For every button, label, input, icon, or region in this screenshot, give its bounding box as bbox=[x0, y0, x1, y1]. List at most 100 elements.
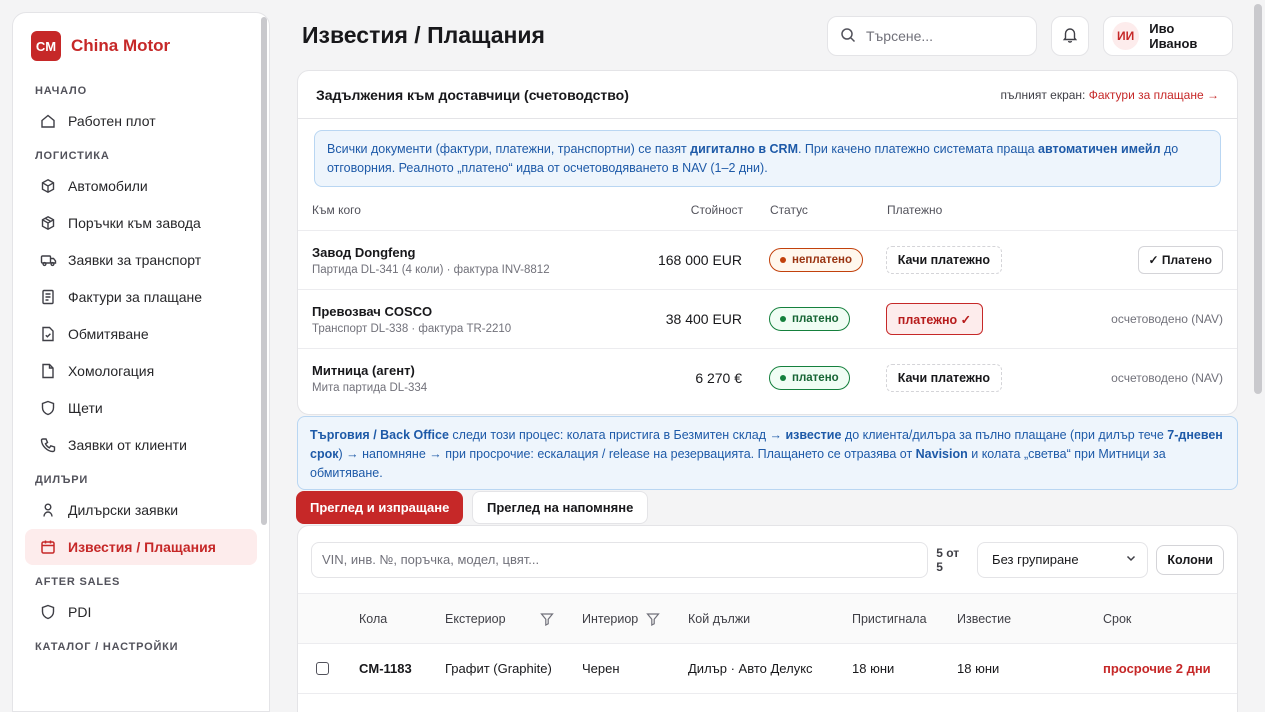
grouping-select[interactable]: Без групиране bbox=[977, 541, 1149, 578]
table-row bbox=[298, 694, 1237, 712]
sidebar-item-label: Щети bbox=[68, 400, 103, 416]
notices-table-header: Кола Екстериор Интериор Кой дължи Присти… bbox=[298, 594, 1237, 644]
user-name: Иво Иванов bbox=[1149, 21, 1198, 51]
debtor-value: Дилър · Авто Делукс bbox=[688, 661, 813, 676]
sidebar-item-label: Поръчки към завода bbox=[68, 215, 201, 231]
info-text: . При качено платежно системата праща bbox=[797, 142, 1039, 156]
receipt-icon bbox=[39, 288, 57, 306]
payee-details: Мита партида DL-334 bbox=[312, 381, 428, 394]
upload-payment-button[interactable]: Качи платежно bbox=[885, 246, 1003, 274]
sidebar-item-label: PDI bbox=[68, 604, 92, 620]
payables-card: Задължения към доставчици (счетоводство)… bbox=[297, 70, 1238, 415]
table-row: Митница (агент) Мита партида DL-334 6 27… bbox=[298, 348, 1237, 407]
notifications-button[interactable] bbox=[1051, 16, 1089, 56]
bell-icon bbox=[1062, 26, 1078, 46]
row-checkbox[interactable] bbox=[316, 662, 329, 675]
sidebar-item-customs[interactable]: Обмитяване bbox=[25, 316, 257, 352]
status-label: платено bbox=[792, 372, 839, 384]
process-info: Търговия / Back Office следи този процес… bbox=[297, 416, 1238, 490]
filter-icon[interactable] bbox=[646, 612, 661, 626]
sidebar-item-cars[interactable]: Автомобили bbox=[25, 168, 257, 204]
brand[interactable]: CM China Motor bbox=[13, 13, 269, 75]
info-text: ) → напомняне → при просрочие: ескалация… bbox=[338, 447, 916, 461]
sidebar-item-label: Обмитяване bbox=[68, 326, 149, 342]
sidebar-item-label: Работен плот bbox=[68, 113, 156, 129]
payee-details: Партида DL-341 (4 коли) · фактура INV-88… bbox=[312, 263, 550, 276]
fullscreen-link[interactable]: Фактури за плащане → bbox=[1089, 88, 1219, 102]
search-box[interactable] bbox=[827, 16, 1037, 56]
deadline-value: просрочие 2 дни bbox=[1103, 661, 1211, 676]
package-icon bbox=[39, 214, 57, 232]
page-scrollbar[interactable] bbox=[1254, 4, 1262, 394]
sidebar-item-label: Автомобили bbox=[68, 178, 148, 194]
payee-details: Транспорт DL-338 · фактура TR-2210 bbox=[312, 322, 512, 335]
brand-logo: CM bbox=[31, 31, 61, 61]
tab-review-reminder[interactable]: Преглед на напомняне bbox=[472, 491, 649, 524]
section-title-logistics: ЛОГИСТИКА bbox=[35, 150, 110, 162]
user-menu[interactable]: ИИ Иво Иванов bbox=[1103, 16, 1233, 56]
payables-title: Задължения към доставчици (счетоводство) bbox=[316, 86, 629, 103]
sidebar-item-invoices[interactable]: Фактури за плащане bbox=[25, 279, 257, 315]
info-bold: Navision bbox=[915, 447, 968, 461]
table-row: Превозвач COSCO Транспорт DL-338 · факту… bbox=[298, 289, 1237, 348]
file-check-icon bbox=[39, 325, 57, 343]
sidebar-item-dashboard[interactable]: Работен плот bbox=[25, 103, 257, 139]
column-header: Срок bbox=[1103, 611, 1132, 626]
filter-icon[interactable] bbox=[539, 612, 554, 626]
sidebar-item-dealer-requests[interactable]: Дилърски заявки bbox=[25, 492, 257, 528]
fullscreen-hint: пълният екран: Фактури за плащане → bbox=[1001, 88, 1220, 102]
sidebar-item-pdi[interactable]: PDI bbox=[25, 594, 257, 630]
payable-value: 38 400 EUR bbox=[665, 311, 743, 327]
sidebar-item-damages[interactable]: Щети bbox=[25, 390, 257, 426]
payables-table-header: Към кого Стойност Статус Платежно bbox=[298, 190, 1237, 230]
car-id[interactable]: CM-1183 bbox=[359, 661, 445, 676]
accounted-label: осчетоводено (NAV) bbox=[1111, 371, 1223, 385]
info-text: до клиента/дилъра за пълно плащане (при … bbox=[841, 428, 1168, 442]
fullscreen-prefix: пълният екран: bbox=[1000, 87, 1086, 102]
status-badge: неплатено bbox=[769, 248, 864, 272]
column-header-label: Екстериор bbox=[445, 611, 506, 626]
status-dot bbox=[780, 257, 787, 263]
sidebar-scrollbar[interactable] bbox=[261, 17, 267, 525]
notices-card: 5 от 5 Без групиране Колони Кола Екстери… bbox=[297, 525, 1238, 712]
status-badge: платено bbox=[769, 307, 850, 331]
search-input[interactable] bbox=[866, 28, 1016, 44]
sidebar-item-transport-requests[interactable]: Заявки за транспорт bbox=[25, 242, 257, 278]
info-bold: известие bbox=[785, 428, 842, 442]
payables-info: Всички документи (фактури, платежни, тра… bbox=[314, 130, 1221, 187]
exterior-value: Графит (Graphite) bbox=[445, 661, 552, 676]
sidebar-item-homologation[interactable]: Хомологация bbox=[25, 353, 257, 389]
info-text: Всички документи (фактури, платежни, тра… bbox=[327, 142, 691, 156]
shield-icon bbox=[39, 603, 57, 621]
info-bold: автоматичен имейл bbox=[1038, 142, 1161, 156]
sidebar-item-customer-requests[interactable]: Заявки от клиенти bbox=[25, 427, 257, 463]
column-header-exterior: Екстериор bbox=[445, 612, 582, 626]
payment-document-button[interactable]: платежно ✓ bbox=[885, 303, 984, 335]
section-title-catalog: КАТАЛОГ / НАСТРОЙКИ bbox=[35, 641, 179, 653]
notice-value: 18 юни bbox=[957, 661, 1000, 676]
sidebar-item-label: Заявки за транспорт bbox=[68, 252, 202, 268]
tab-review-send[interactable]: Преглед и изпращане bbox=[296, 491, 464, 524]
shield-icon bbox=[39, 399, 57, 417]
box-icon bbox=[39, 177, 57, 195]
payables-header: Задължения към доставчици (счетоводство)… bbox=[298, 71, 1237, 119]
column-header: Кола bbox=[359, 611, 388, 626]
columns-button[interactable]: Колони bbox=[1156, 544, 1224, 575]
column-header-interior: Интериор bbox=[582, 612, 688, 626]
upload-payment-button[interactable]: Качи платежно bbox=[885, 364, 1003, 392]
filter-bar: 5 от 5 Без групиране Колони bbox=[298, 526, 1237, 594]
sidebar-item-label: Фактури за плащане bbox=[68, 289, 203, 305]
status-badge: платено bbox=[769, 366, 850, 390]
sidebar-item-factory-orders[interactable]: Поръчки към завода bbox=[25, 205, 257, 241]
column-header: Пристигнала bbox=[852, 611, 927, 626]
filter-input[interactable] bbox=[311, 541, 929, 578]
status-label: платено bbox=[792, 313, 839, 325]
status-dot bbox=[780, 375, 787, 381]
mark-paid-button[interactable]: ✓ Платено bbox=[1137, 246, 1223, 274]
search-icon bbox=[840, 27, 856, 46]
column-header-label: Интериор bbox=[582, 611, 639, 626]
payable-value: 6 270 € bbox=[695, 370, 743, 386]
sidebar-item-notices-payments[interactable]: Известия / Плащания bbox=[25, 529, 257, 565]
file-icon bbox=[39, 362, 57, 380]
truck-icon bbox=[39, 251, 57, 269]
